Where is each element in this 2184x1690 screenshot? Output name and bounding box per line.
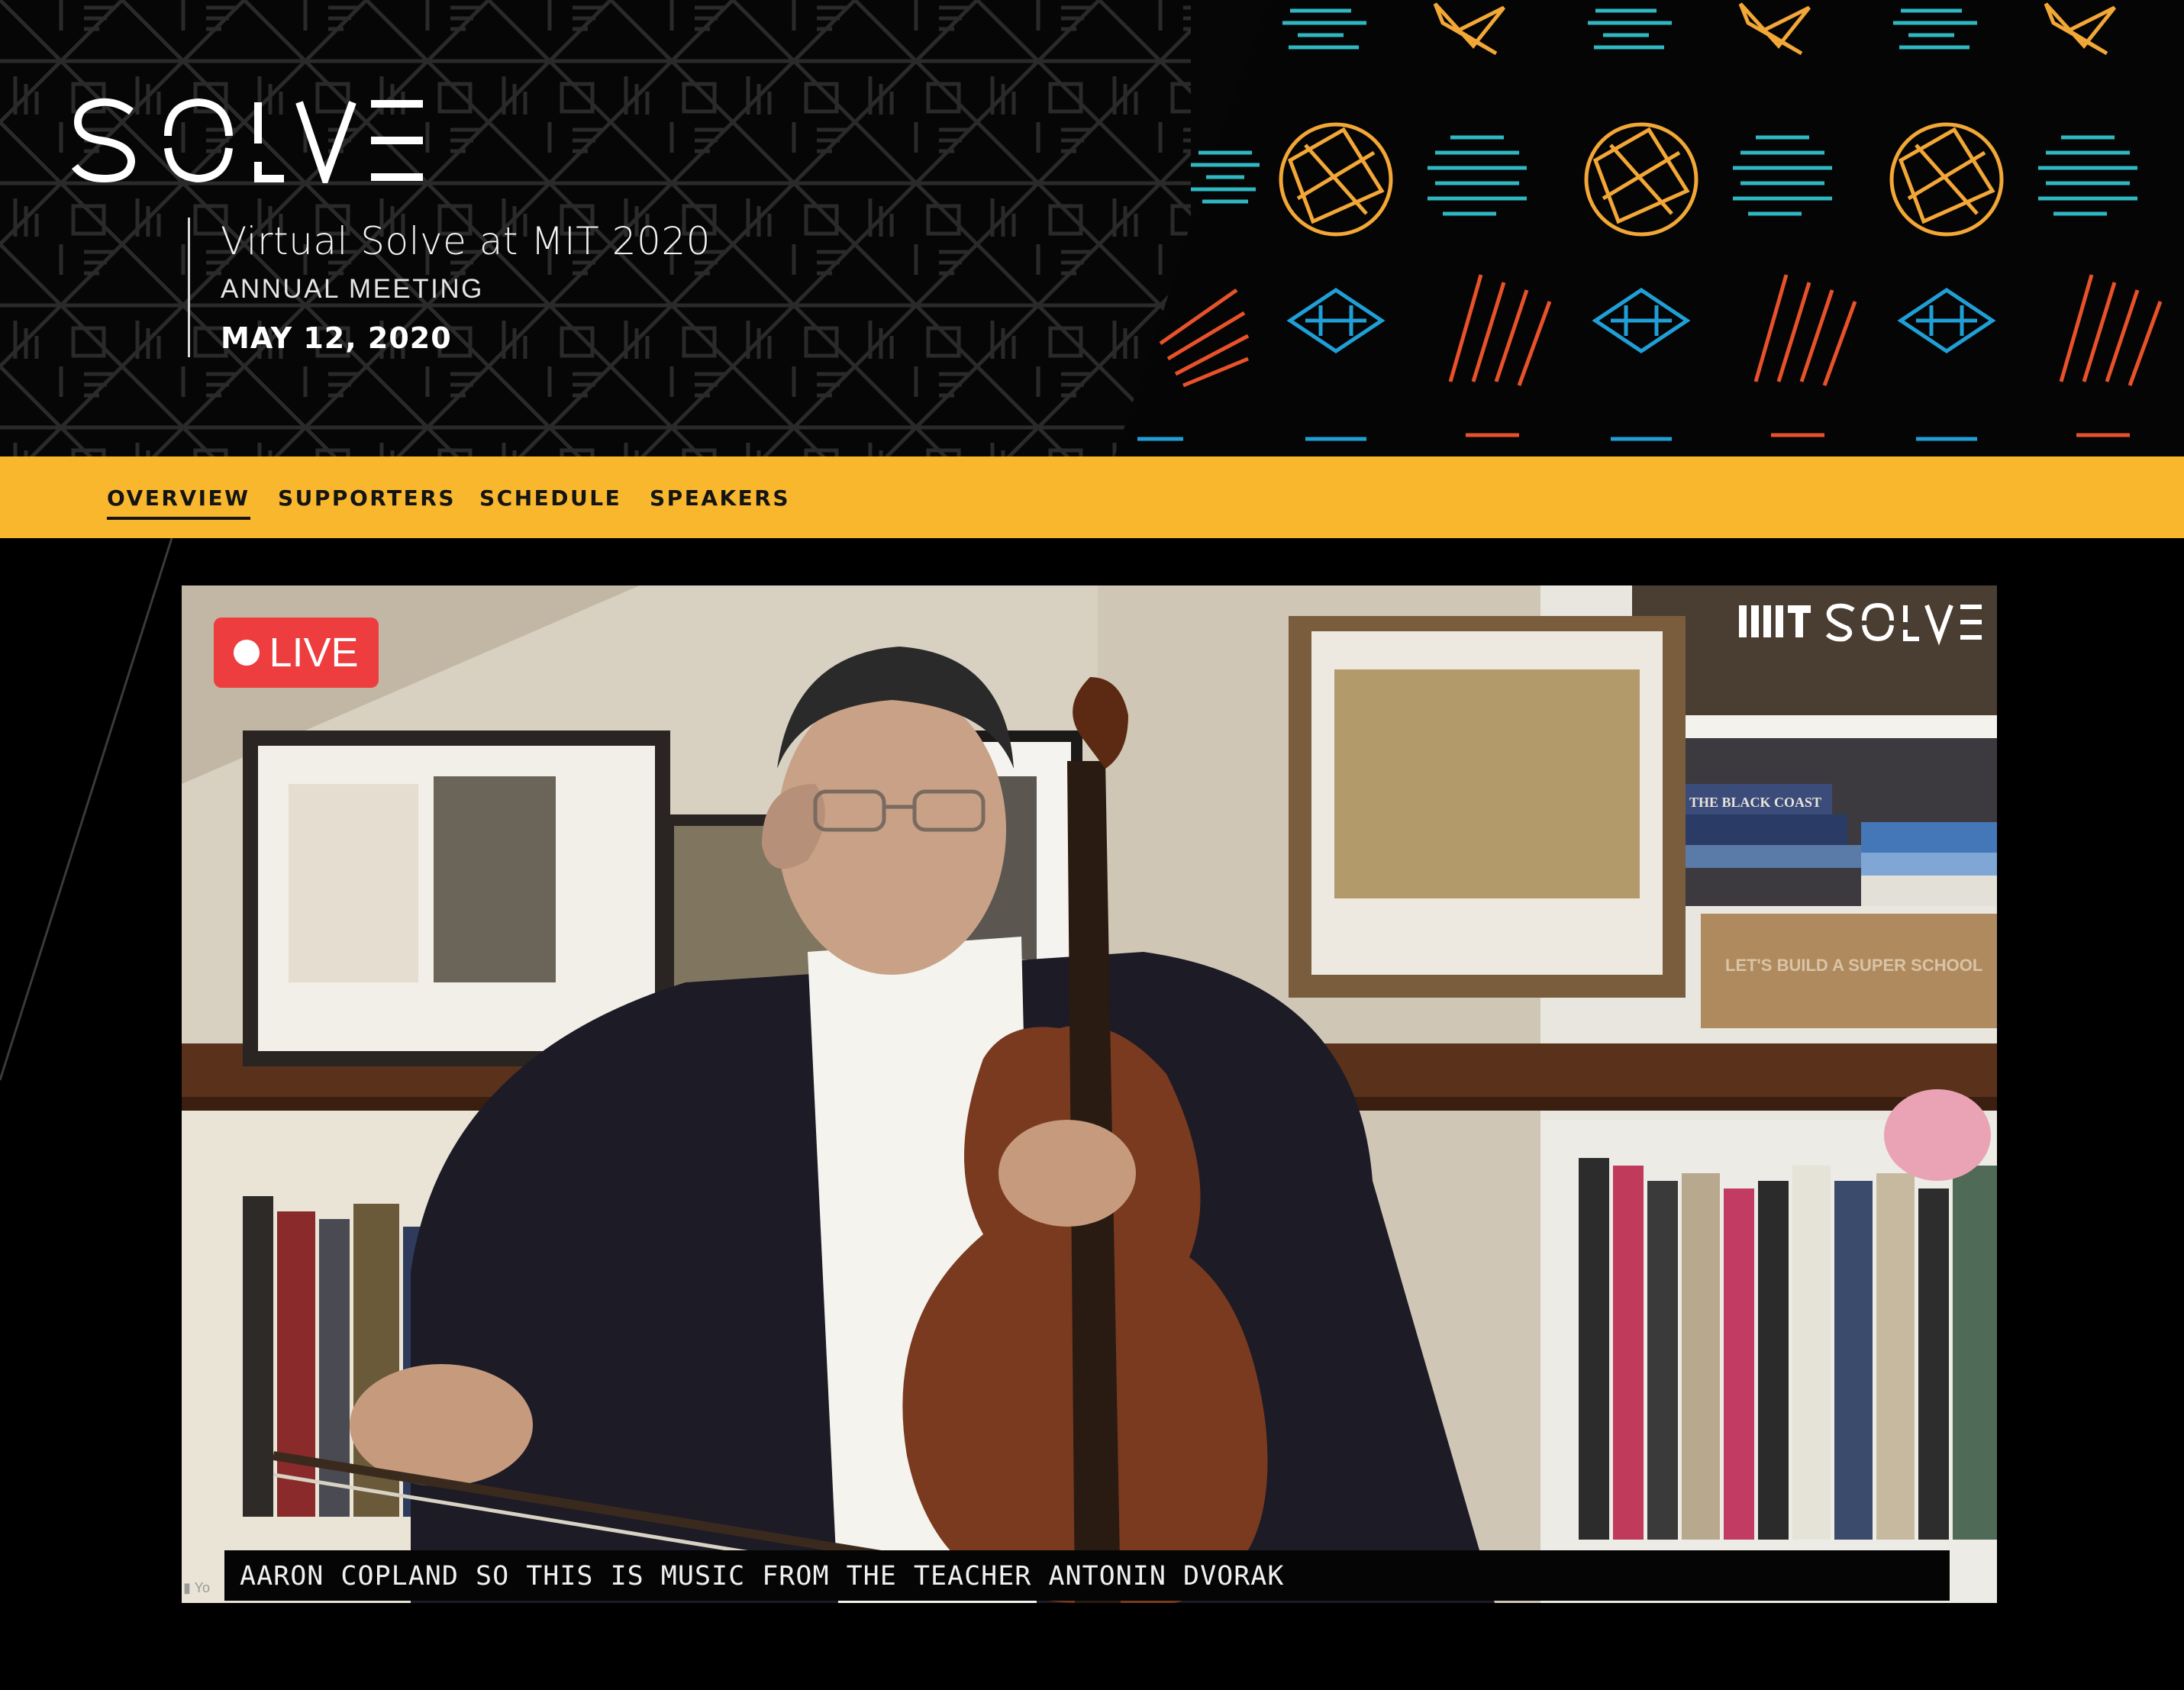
nav-tab-overview[interactable]: OVERVIEW — [107, 485, 250, 520]
decorative-diagonal-line — [0, 538, 173, 1081]
book-spine-text: THE BLACK COAST — [1689, 795, 1821, 810]
site-header: Virtual Solve at MIT 2020 ANNUAL MEETING… — [0, 0, 2184, 456]
nav-tab-supporters[interactable]: SUPPORTERS — [278, 485, 456, 517]
event-info: Virtual Solve at MIT 2020 ANNUAL MEETING… — [188, 218, 711, 357]
main-nav: OVERVIEW SUPPORTERS SCHEDULE SPEAKERS — [0, 456, 2184, 538]
nav-tab-schedule[interactable]: SCHEDULE — [479, 485, 621, 517]
event-title: Virtual Solve at MIT 2020 — [221, 219, 711, 263]
signal-icon: ▮ — [183, 1580, 191, 1595]
video-source-text: Yo — [194, 1580, 210, 1595]
event-date: MAY 12, 2020 — [221, 321, 452, 355]
live-video-player[interactable]: LET'S BUILD A SUPER SCHOOL THE BLACK COA… — [182, 585, 1997, 1603]
live-badge: LIVE — [214, 618, 379, 688]
live-dot-icon — [234, 640, 260, 666]
nav-tab-speakers[interactable]: SPEAKERS — [650, 485, 790, 517]
event-subtitle: ANNUAL MEETING — [221, 274, 484, 304]
closed-caption-bar: AARON COPLAND SO THIS IS MUSIC FROM THE … — [224, 1550, 1950, 1601]
video-frame-scene: LET'S BUILD A SUPER SCHOOL THE BLACK COA… — [182, 585, 1997, 1603]
caption-text: AARON COPLAND SO THIS IS MUSIC FROM THE … — [240, 1561, 1285, 1592]
video-source-mark: ▮ Yo — [183, 1580, 237, 1600]
box-label-text: LET'S BUILD A SUPER SCHOOL — [1725, 956, 1982, 975]
solve-logo-icon[interactable] — [70, 98, 429, 183]
mit-solve-watermark-icon — [1739, 602, 1982, 646]
header-art-panel — [1115, 0, 2184, 456]
live-label: LIVE — [269, 630, 359, 676]
